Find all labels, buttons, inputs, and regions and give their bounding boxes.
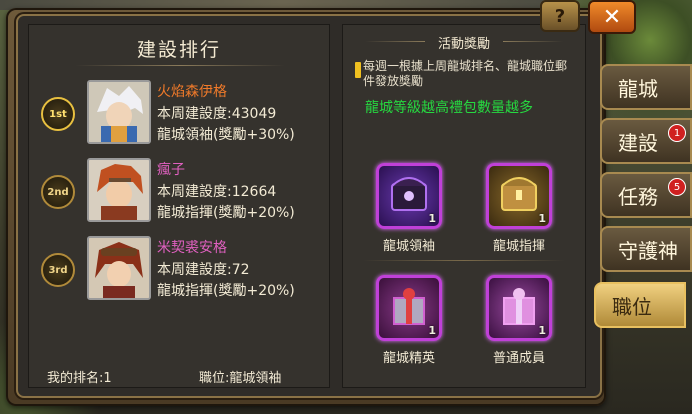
reward-label: 龍城領袖	[382, 239, 435, 254]
notification-badge: 5	[668, 178, 686, 196]
my-position: 職位:龍城領袖	[199, 371, 282, 386]
rewards-divider	[363, 260, 565, 261]
reward-count: 1	[428, 212, 436, 225]
leaderboard-row[interactable]: 2nd 瘋子 本周建設度:12664 龍城指揮(獎勵+20%)	[29, 153, 329, 225]
close-button[interactable]: ✕	[588, 0, 636, 34]
notification-badge: 1	[668, 124, 686, 142]
leaderboard-row[interactable]: 3rd 米契裘安格 本周建設度:72 龍城指揮(獎勵+20%)	[29, 231, 329, 303]
avatar-portrait-icon	[89, 238, 149, 298]
rewards-highlight: 龍城等級越高禮包數量越多	[365, 100, 533, 116]
rank-badge: 1st	[41, 97, 75, 131]
reward-item-elite[interactable]: 1 龍城精英	[359, 275, 459, 366]
rank-badge: 2nd	[41, 175, 75, 209]
reward-label: 普通成員	[492, 351, 545, 366]
exclamation-icon	[355, 62, 361, 78]
tab-guardian[interactable]: 守護神	[600, 226, 692, 272]
player-avatar	[87, 80, 151, 144]
gift-chest-icon: 1	[486, 163, 552, 229]
reward-item-commander[interactable]: 1 龍城指揮	[469, 163, 569, 254]
reward-item-leader[interactable]: 1 龍城領袖	[359, 163, 459, 254]
reward-label: 龍城指揮	[492, 239, 545, 254]
tab-position[interactable]: 職位	[594, 282, 686, 328]
gift-box-icon: 1	[376, 275, 442, 341]
tab-label: 守護神	[618, 238, 678, 263]
player-score: 本周建設度:72	[157, 262, 250, 278]
reward-label: 龍城精英	[382, 351, 435, 366]
player-name: 米契裘安格	[157, 240, 227, 256]
reward-count: 1	[538, 212, 546, 225]
reward-count: 1	[538, 324, 546, 337]
leaderboard-panel: 建設排行 1st 火焰森伊格 本周建設度:43049 龍城領袖(獎勵+30%) …	[28, 24, 330, 388]
avatar-portrait-icon	[89, 82, 149, 142]
tab-label: 任務	[618, 184, 658, 209]
gift-box-icon: 1	[486, 275, 552, 341]
player-score: 本周建設度:43049	[157, 106, 277, 122]
leaderboard-title: 建設排行	[136, 39, 221, 61]
gift-chest-icon: 1	[376, 163, 442, 229]
title-divider	[75, 65, 285, 66]
rewards-title: 活動獎勵	[437, 37, 490, 52]
player-role: 龍城領袖(獎勵+30%)	[157, 127, 295, 143]
tab-label: 龍城	[618, 76, 658, 101]
player-role: 龍城指揮(獎勵+20%)	[157, 205, 295, 221]
rewards-notice: 每週一根據上周龍城排名、龍城職位郵件發放獎勵	[363, 59, 568, 88]
player-avatar	[87, 158, 151, 222]
tab-tasks[interactable]: 任務 5	[600, 172, 692, 218]
tab-label: 職位	[612, 294, 652, 319]
my-rank: 我的排名:1	[47, 371, 112, 386]
reward-count: 1	[428, 324, 436, 337]
reward-item-member[interactable]: 1 普通成員	[469, 275, 569, 366]
player-name: 火焰森伊格	[157, 84, 227, 100]
leaderboard-row[interactable]: 1st 火焰森伊格 本周建設度:43049 龍城領袖(獎勵+30%)	[29, 75, 329, 147]
player-avatar	[87, 236, 151, 300]
player-name: 瘋子	[157, 162, 185, 178]
rank-badge: 3rd	[41, 253, 75, 287]
avatar-portrait-icon	[89, 160, 149, 220]
tab-label: 建設	[618, 130, 658, 155]
player-role: 龍城指揮(獎勵+20%)	[157, 283, 295, 299]
player-score: 本周建設度:12664	[157, 184, 277, 200]
tab-construction[interactable]: 建設 1	[600, 118, 692, 164]
tab-dragon-city[interactable]: 龍城	[600, 64, 692, 110]
help-button[interactable]: ?	[540, 0, 580, 32]
rewards-panel: 活動獎勵 每週一根據上周龍城排名、龍城職位郵件發放獎勵 龍城等級越高禮包數量越多…	[342, 24, 586, 388]
